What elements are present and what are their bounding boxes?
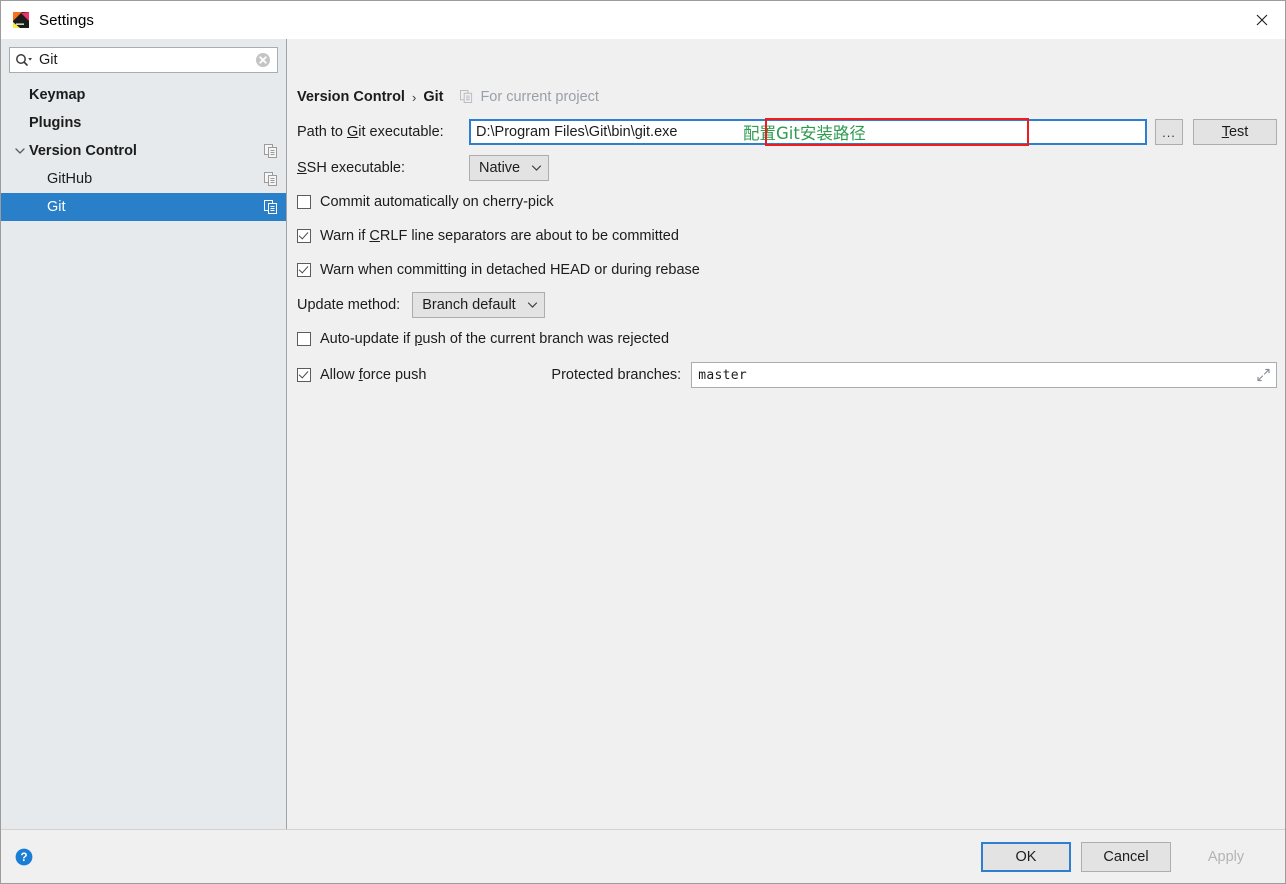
breadcrumb-separator: › — [411, 89, 417, 105]
apply-button-label: Apply — [1207, 848, 1245, 865]
ok-button[interactable]: OK — [981, 841, 1071, 872]
update-method-dropdown[interactable]: Branch default — [412, 292, 545, 318]
project-scope-icon — [264, 200, 278, 214]
protected-branches-input[interactable]: master — [691, 362, 1277, 388]
ssh-executable-row: SSH executable: Native — [297, 155, 550, 181]
sidebar-item-label: Version Control — [29, 143, 137, 159]
clear-icon[interactable] — [255, 52, 271, 68]
checkbox-label-pre: Warn when committing in detached HEAD or… — [320, 262, 700, 278]
test-button-label: Test — [1222, 124, 1249, 140]
window-title: Settings — [39, 11, 94, 29]
git-path-label-mnemonic: G — [346, 124, 359, 140]
checkbox-box[interactable] — [297, 229, 311, 243]
help-icon[interactable]: ? — [15, 848, 33, 866]
dialog-body: Git Keymap Plugins Version Control GitHu… — [1, 39, 1285, 829]
apply-button: Apply — [1181, 841, 1271, 872]
sidebar-item-git[interactable]: Git — [1, 193, 286, 221]
update-method-row: Update method: Branch default — [297, 292, 545, 318]
git-path-input[interactable]: D:\Program Files\Git\bin\git.exe 配置Git安装… — [469, 119, 1147, 145]
sidebar-item-label: GitHub — [47, 171, 93, 187]
checkbox-auto-update-on-reject[interactable]: Auto-update if push of the current branc… — [297, 329, 669, 349]
checkbox-allow-force-push[interactable]: Allow force push — [297, 367, 426, 383]
git-path-row: Path to Git executable: D:\Program Files… — [297, 119, 1277, 145]
git-path-label-post: it executable: — [358, 124, 444, 140]
dialog-footer: ? OK Cancel Apply — [1, 829, 1285, 883]
browse-button[interactable]: ... — [1155, 119, 1183, 145]
test-button[interactable]: Test — [1193, 119, 1277, 145]
ssh-label-mnemonic: S — [297, 160, 307, 176]
search-input[interactable]: Git — [9, 47, 278, 73]
ok-button-label: OK — [1015, 848, 1037, 865]
checkbox-label: Commit automatically on cherry-pick — [320, 194, 554, 210]
breadcrumb-parent[interactable]: Version Control — [297, 89, 405, 105]
sidebar-item-label: Keymap — [29, 87, 86, 103]
checkbox-label-pre: Auto-update if — [320, 331, 415, 347]
checkbox-box[interactable] — [297, 368, 311, 382]
chevron-down-icon[interactable] — [11, 147, 29, 155]
git-path-label-pre: Path to — [297, 124, 347, 140]
search-icon[interactable] — [15, 52, 33, 68]
search-value: Git — [39, 52, 58, 68]
update-method-value: Branch default — [422, 297, 516, 313]
protected-branches-label: Protected branches: — [551, 367, 682, 383]
checkbox-warn-crlf[interactable]: Warn if CRLF line separators are about t… — [297, 226, 679, 246]
sidebar-item-github[interactable]: GitHub — [1, 165, 286, 193]
cancel-button-label: Cancel — [1103, 848, 1149, 865]
ssh-executable-value: Native — [479, 160, 521, 176]
checkbox-label-pre: Warn if — [320, 228, 370, 244]
sidebar-item-label: Plugins — [29, 115, 82, 131]
git-path-label: Path to Git executable: — [297, 124, 469, 140]
settings-window: Settings Git Keymap Plugins Version Cont… — [0, 0, 1286, 884]
ssh-label-post: SH executable: — [306, 160, 406, 176]
checkbox-label: Warn when committing in detached HEAD or… — [320, 262, 700, 278]
ssh-executable-dropdown[interactable]: Native — [469, 155, 550, 181]
checkbox-label: Auto-update if push of the current branc… — [320, 331, 669, 347]
sidebar-item-version-control[interactable]: Version Control — [1, 137, 286, 165]
project-scope-label: For current project — [480, 89, 599, 105]
checkbox-label-mnemonic: C — [369, 228, 380, 244]
checkbox-label-post: RLF line separators are about to be comm… — [379, 228, 679, 244]
checkbox-label-post: orce push — [362, 367, 427, 383]
chevron-down-icon — [531, 164, 542, 172]
checkbox-box[interactable] — [297, 195, 311, 209]
close-icon[interactable] — [1239, 1, 1285, 38]
test-button-label-post: est — [1228, 124, 1249, 140]
chevron-down-icon — [527, 301, 538, 309]
annotation-text-chinese: 配置Git安装路径 — [743, 124, 866, 143]
test-button-mnemonic: T — [1221, 124, 1229, 140]
checkbox-label: Allow force push — [320, 367, 426, 383]
checkbox-label-pre: Commit automatically on cherry-pick — [320, 194, 554, 210]
git-path-value: D:\Program Files\Git\bin\git.exe — [476, 124, 678, 140]
settings-tree: Keymap Plugins Version Control GitHub Gi… — [1, 79, 286, 829]
sidebar-item-keymap[interactable]: Keymap — [1, 81, 286, 109]
checkbox-label-post: ush of the current branch was rejected — [422, 331, 670, 347]
checkbox-label-pre: Allow — [320, 367, 359, 383]
sidebar-item-label: Git — [47, 199, 66, 215]
protected-branches-value: master — [698, 367, 747, 383]
checkbox-box[interactable] — [297, 263, 311, 277]
force-push-row: Allow force push Protected branches: mas… — [297, 362, 1277, 388]
title-bar: Settings — [1, 1, 1285, 39]
checkbox-label: Warn if CRLF line separators are about t… — [320, 228, 679, 244]
project-scope-icon — [460, 90, 474, 104]
checkbox-commit-on-cherry-pick[interactable]: Commit automatically on cherry-pick — [297, 192, 554, 212]
ssh-executable-label: SSH executable: — [297, 160, 469, 176]
search-area: Git — [1, 39, 286, 79]
svg-text:?: ? — [20, 852, 27, 864]
project-scope-hint: For current project — [460, 89, 599, 105]
cancel-button[interactable]: Cancel — [1081, 841, 1171, 872]
expand-icon[interactable] — [1257, 368, 1270, 382]
project-scope-icon — [264, 144, 278, 158]
jetbrains-logo-icon — [13, 12, 29, 28]
breadcrumb-current: Git — [423, 89, 444, 105]
settings-main-panel: Version Control › Git For current projec… — [287, 39, 1285, 829]
project-scope-icon — [264, 172, 278, 186]
settings-sidebar: Git Keymap Plugins Version Control GitHu… — [1, 39, 287, 829]
update-method-label: Update method: — [297, 297, 401, 313]
checkbox-box[interactable] — [297, 332, 311, 346]
breadcrumb: Version Control › Git For current projec… — [297, 87, 599, 107]
browse-button-label: ... — [1162, 124, 1176, 140]
sidebar-item-plugins[interactable]: Plugins — [1, 109, 286, 137]
checkbox-warn-detached-head[interactable]: Warn when committing in detached HEAD or… — [297, 260, 700, 280]
